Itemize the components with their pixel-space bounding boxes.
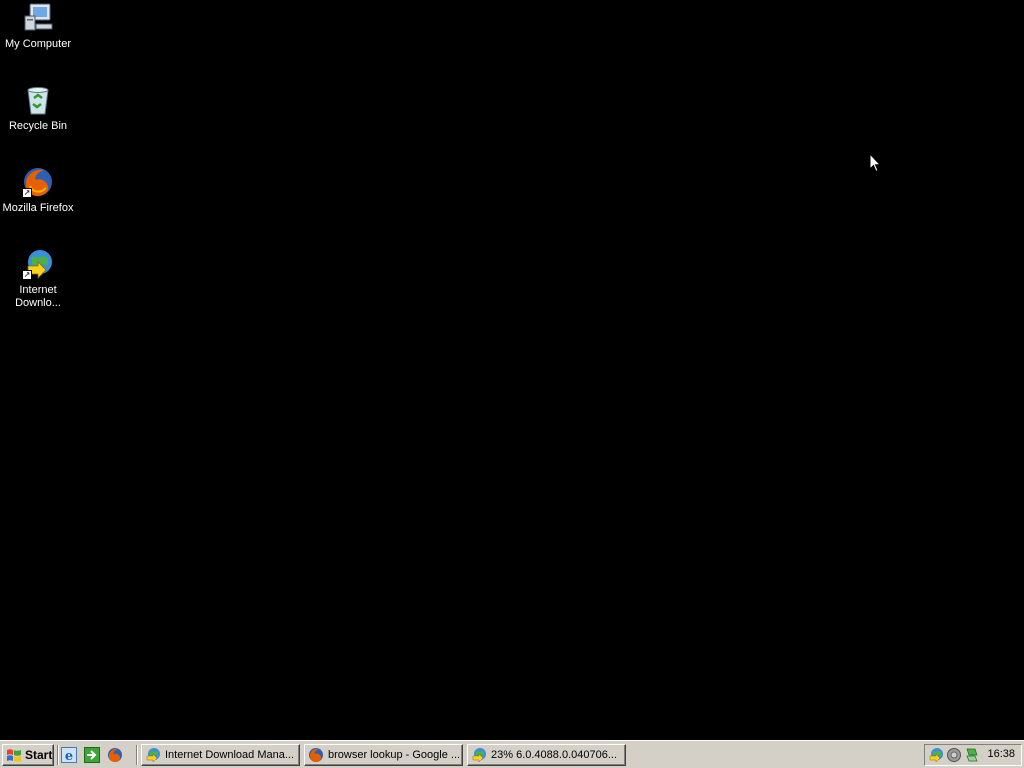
svg-text:e: e	[65, 749, 73, 763]
quick-launch-firefox[interactable]	[107, 747, 123, 763]
quick-launch-show-desktop[interactable]	[84, 747, 100, 763]
task-button-internet-download-manager[interactable]: Internet Download Mana...	[141, 744, 300, 766]
desktop-icon-label: My Computer	[4, 38, 72, 50]
desktop-icon-my-computer[interactable]: My Computer	[0, 2, 76, 51]
system-tray: 16:38	[924, 744, 1022, 766]
desktop[interactable]: My Computer Recycle Bin ↗ Mozilla Firefo…	[0, 0, 1024, 740]
desktop-icon-label: Recycle Bin	[8, 120, 68, 132]
task-button-label: Internet Download Mana...	[165, 749, 295, 761]
taskbar-separator	[57, 745, 59, 765]
internet-download-manager-icon	[145, 747, 161, 763]
clock[interactable]: 16:38	[987, 748, 1015, 760]
task-button-label: browser lookup - Google ...	[328, 749, 461, 761]
internet-explorer-icon: e	[61, 747, 77, 764]
task-button-label: 23% 6.0.4088.0.040706...	[491, 749, 617, 761]
network-icon[interactable]	[964, 747, 980, 763]
shortcut-arrow-icon: ↗	[22, 270, 32, 280]
task-button-download-progress[interactable]: 23% 6.0.4088.0.040706...	[467, 744, 626, 766]
recycle-bin-icon	[22, 84, 54, 116]
show-desktop-icon	[84, 747, 100, 763]
internet-download-manager-icon: ↗	[22, 248, 54, 280]
task-button-browser-lookup[interactable]: browser lookup - Google ...	[304, 744, 463, 766]
start-button[interactable]: Start	[2, 744, 54, 766]
desktop-icon-recycle-bin[interactable]: Recycle Bin	[0, 84, 76, 133]
firefox-icon	[308, 747, 324, 763]
desktop-icon-label: Internet Downlo...	[15, 284, 61, 309]
taskbar: Start e Internet Download Mana... browse…	[0, 740, 1024, 768]
shortcut-arrow-icon: ↗	[22, 188, 32, 198]
desktop-icon-mozilla-firefox[interactable]: ↗ Mozilla Firefox	[0, 166, 76, 215]
desktop-icon-internet-download-manager[interactable]: ↗ Internet Downlo...	[0, 248, 76, 310]
volume-icon[interactable]	[946, 747, 962, 763]
tray-internet-download-manager-icon[interactable]	[928, 747, 944, 763]
mouse-cursor-icon	[869, 152, 882, 173]
quick-launch-internet-explorer[interactable]: e	[61, 747, 77, 764]
internet-download-manager-icon	[471, 747, 487, 763]
firefox-icon: ↗	[22, 166, 54, 198]
firefox-icon	[108, 748, 122, 763]
desktop-icon-label: Mozilla Firefox	[2, 202, 74, 214]
start-label: Start	[25, 748, 53, 762]
my-computer-icon	[22, 2, 54, 34]
taskbar-separator	[136, 745, 138, 765]
windows-flag-icon	[6, 748, 22, 762]
